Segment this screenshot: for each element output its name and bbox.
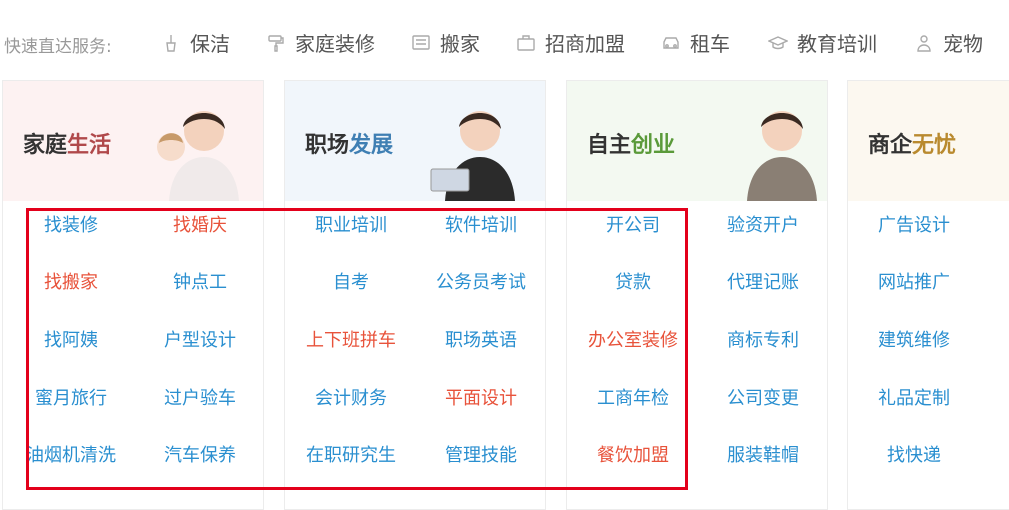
quick-item-label: 家庭装修 — [295, 32, 375, 56]
quick-item-label: 租车 — [690, 32, 730, 56]
moving-truck-icon — [410, 32, 432, 54]
quick-item-label: 搬家 — [440, 32, 480, 56]
service-link[interactable]: 户型设计 — [164, 326, 236, 352]
pet-icon — [913, 32, 935, 54]
service-link[interactable]: 服装鞋帽 — [727, 441, 799, 467]
service-link[interactable]: 餐饮加盟 — [597, 441, 669, 467]
service-link[interactable]: 上下班拼车 — [306, 326, 396, 352]
service-link[interactable]: 油烟机清洗 — [26, 441, 116, 467]
service-link[interactable]: 找搬家 — [44, 268, 98, 294]
column-title-accent: 生活 — [67, 133, 112, 158]
service-link[interactable]: 公司变更 — [727, 384, 799, 410]
quick-item-label: 宠物 — [943, 32, 983, 56]
service-link[interactable]: 管理技能 — [445, 441, 517, 467]
quick-item-3[interactable]: 招商加盟 — [515, 28, 625, 57]
quick-item-label: 教育培训 — [797, 32, 877, 56]
person-illustration-icon — [727, 99, 827, 205]
column-title: 家庭 — [23, 133, 68, 158]
quick-item-label: 招商加盟 — [545, 32, 625, 56]
column-title-accent: 创业 — [631, 133, 676, 158]
service-link[interactable]: 广告设计 — [878, 211, 950, 237]
quick-services-label: 快速直达服务: — [4, 37, 112, 57]
service-link[interactable]: 在职研究生 — [306, 441, 396, 467]
column-title: 商企 — [868, 133, 913, 158]
service-link[interactable]: 汽车保养 — [164, 441, 236, 467]
service-link[interactable]: 过户验车 — [164, 384, 236, 410]
service-link[interactable]: 职场英语 — [445, 326, 517, 352]
service-link[interactable]: 找快递 — [887, 441, 941, 467]
person-illustration-icon — [149, 99, 249, 205]
quick-item-label: 保洁 — [190, 32, 230, 56]
service-link[interactable]: 蜜月旅行 — [35, 384, 107, 410]
service-link[interactable]: 办公室装修 — [588, 326, 678, 352]
service-link[interactable]: 平面设计 — [445, 384, 517, 410]
service-link[interactable]: 软件培训 — [445, 211, 517, 237]
column-title: 职场 — [305, 133, 350, 158]
service-link[interactable]: 自考 — [333, 268, 369, 294]
service-link[interactable]: 公务员考试 — [436, 268, 526, 294]
broom-icon — [160, 32, 182, 54]
service-link[interactable]: 找婚庆 — [173, 211, 227, 237]
service-link[interactable]: 职业培训 — [315, 211, 387, 237]
column-title-accent: 发展 — [349, 133, 394, 158]
column-title: 自主 — [587, 133, 632, 158]
graduation-cap-icon — [767, 32, 789, 54]
paint-roller-icon — [265, 32, 287, 54]
service-link[interactable]: 建筑维修 — [878, 326, 950, 352]
service-link[interactable]: 找阿姨 — [44, 326, 98, 352]
service-link[interactable]: 贷款 — [615, 268, 651, 294]
quick-item-0[interactable]: 保洁 — [160, 28, 230, 57]
service-link[interactable]: 钟点工 — [173, 268, 227, 294]
service-link[interactable]: 商标专利 — [727, 326, 799, 352]
quick-item-2[interactable]: 搬家 — [410, 28, 480, 57]
column-title-accent: 无忧 — [912, 133, 957, 158]
quick-item-5[interactable]: 教育培训 — [767, 28, 877, 57]
quick-item-6[interactable]: 宠物 — [913, 28, 983, 57]
service-column-0: 家庭 生活找装修 找婚庆找搬家 钟点工找阿姨 户型设计蜜月旅行 过户验车油烟机清洗 汽车保养 — [2, 80, 264, 510]
service-column-3: 商企 无忧广告设计网站推广建筑维修礼品定制找快递 — [847, 80, 1009, 510]
service-column-1: 职场 发展职业培训 软件培训自考 公务员考试上下班拼车 职场英语会计财务 平面设计在职研究… — [284, 80, 546, 510]
service-link[interactable]: 找装修 — [44, 211, 98, 237]
quick-item-1[interactable]: 家庭装修 — [265, 28, 375, 57]
quick-services-bar: 快速直达服务: 保洁 家庭装修 搬家 招商加盟 租车 教育培训 宠物 — [0, 0, 1009, 84]
service-link[interactable]: 网站推广 — [878, 268, 950, 294]
service-link[interactable]: 代理记账 — [727, 268, 799, 294]
person-illustration-icon — [425, 99, 525, 205]
service-link[interactable]: 开公司 — [606, 211, 660, 237]
service-column-2: 自主 创业开公司 验资开户贷款 代理记账办公室装修 商标专利工商年检 公司变更餐饮加盟 服装… — [566, 80, 828, 510]
briefcase-icon — [515, 32, 537, 54]
car-icon — [660, 32, 682, 54]
service-link[interactable]: 工商年检 — [597, 384, 669, 410]
service-link[interactable]: 验资开户 — [727, 211, 799, 237]
service-link[interactable]: 会计财务 — [315, 384, 387, 410]
service-link[interactable]: 礼品定制 — [878, 384, 950, 410]
quick-item-4[interactable]: 租车 — [660, 28, 730, 57]
